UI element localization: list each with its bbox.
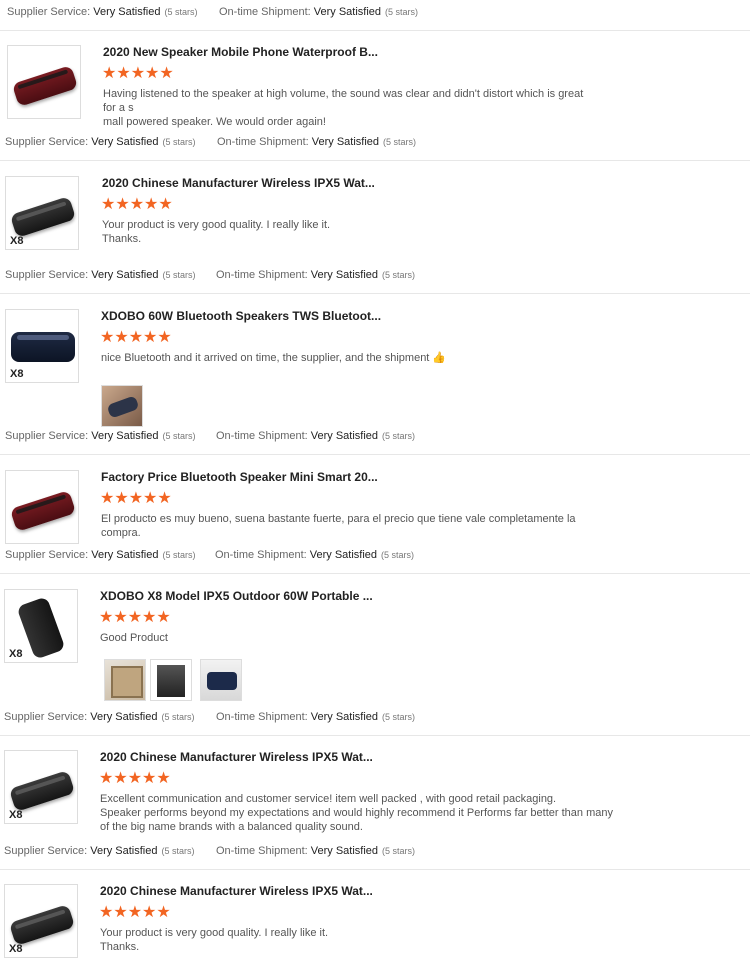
product-title[interactable]: Factory Price Bluetooth Speaker Mini Sma… bbox=[101, 470, 378, 484]
divider bbox=[0, 454, 750, 455]
divider bbox=[0, 293, 750, 294]
ontime-shipment: On-time Shipment: Very Satisfied (5 stars… bbox=[216, 269, 416, 281]
divider bbox=[0, 869, 750, 870]
model-badge: X8 bbox=[10, 235, 24, 247]
product-thumbnail[interactable]: X8 bbox=[4, 589, 78, 663]
supplier-service: Supplier Service: Very Satisfied (5 stars… bbox=[4, 845, 195, 857]
package-photo bbox=[105, 660, 145, 700]
review-text: El producto es muy bueno, suena bastante… bbox=[101, 513, 576, 539]
ontime-shipment: On-time Shipment: Very Satisfied (5 stars… bbox=[216, 845, 416, 857]
product-thumbnail[interactable] bbox=[7, 45, 81, 119]
rating-summary: Supplier Service: Very Satisfied (5 stars… bbox=[0, 707, 750, 727]
ontime-shipment: On-time Shipment: Very Satisfied (5 stars… bbox=[216, 711, 416, 723]
product-thumbnail[interactable]: X8 bbox=[5, 176, 79, 250]
speaker-image bbox=[8, 770, 76, 812]
rating-stars: ★★★★★ bbox=[102, 65, 174, 82]
product-thumbnail[interactable] bbox=[5, 470, 79, 544]
model-badge: X8 bbox=[9, 648, 23, 660]
rating-stars: ★★★★★ bbox=[100, 329, 172, 346]
ontime-shipment: On-time Shipment: Very Satisfied (5 stars… bbox=[216, 430, 416, 442]
review-text: nice Bluetooth and it arrived on time, t… bbox=[101, 352, 447, 364]
product-thumbnail[interactable]: X8 bbox=[4, 750, 78, 824]
review-text: Good Product bbox=[100, 632, 168, 644]
divider bbox=[0, 573, 750, 574]
supplier-service: Supplier Service: Very Satisfied (5 stars… bbox=[5, 549, 196, 561]
divider bbox=[0, 160, 750, 161]
rating-stars: ★★★★★ bbox=[99, 904, 171, 921]
rating-summary: Supplier Service: Very Satisfied (5 stars… bbox=[0, 265, 750, 285]
ontime-shipment: On-time Shipment: Very Satisfied (5 stars… bbox=[215, 549, 415, 561]
rating-stars: ★★★★★ bbox=[99, 770, 171, 787]
product-title[interactable]: 2020 Chinese Manufacturer Wireless IPX5 … bbox=[100, 884, 373, 898]
rating-summary: Supplier Service: Very Satisfied (5 stars… bbox=[0, 841, 750, 861]
rating-summary: Supplier Service: Very Satisfied (5 stars… bbox=[0, 132, 750, 152]
speaker-photo bbox=[201, 660, 241, 700]
product-title[interactable]: 2020 Chinese Manufacturer Wireless IPX5 … bbox=[100, 750, 373, 764]
product-thumbnail[interactable]: X8 bbox=[5, 309, 79, 383]
rating-stars: ★★★★★ bbox=[100, 490, 172, 507]
review-text: Your product is very good quality. I rea… bbox=[100, 927, 329, 953]
divider bbox=[0, 735, 750, 736]
ontime-shipment: On-time Shipment: Very Satisfied (5 stars… bbox=[217, 136, 417, 148]
model-badge: X8 bbox=[9, 809, 23, 821]
rating-stars: ★★★★★ bbox=[101, 196, 173, 213]
speaker-image bbox=[11, 65, 79, 107]
product-title[interactable]: XDOBO 60W Bluetooth Speakers TWS Bluetoo… bbox=[101, 309, 381, 323]
supplier-service: Supplier Service: Very Satisfied (5 stars… bbox=[5, 136, 196, 148]
review-text: Excellent communication and customer ser… bbox=[100, 793, 613, 833]
product-title[interactable]: 2020 New Speaker Mobile Phone Waterproof… bbox=[103, 45, 378, 59]
speaker-photo bbox=[102, 386, 142, 426]
supplier-service: Supplier Service: Very Satisfied (5 stars… bbox=[5, 430, 196, 442]
speaker-image bbox=[11, 332, 75, 362]
speaker-image bbox=[8, 904, 76, 946]
review-text: Your product is very good quality. I rea… bbox=[102, 219, 331, 245]
rating-stars: ★★★★★ bbox=[99, 609, 171, 626]
ontime-shipment: On-time Shipment: Very Satisfied (5 stars… bbox=[219, 6, 419, 18]
model-badge: X8 bbox=[9, 943, 23, 955]
supplier-service: Supplier Service: Very Satisfied (5 stars… bbox=[4, 711, 195, 723]
speaker-image bbox=[16, 596, 66, 660]
product-thumbnail[interactable]: X8 bbox=[4, 884, 78, 958]
review-photo[interactable] bbox=[104, 659, 146, 701]
product-title[interactable]: XDOBO X8 Model IPX5 Outdoor 60W Portable… bbox=[100, 589, 373, 603]
supplier-service: Supplier Service: Very Satisfied (5 stars… bbox=[5, 269, 196, 281]
supplier-service: Supplier Service: Very Satisfied (5 stars… bbox=[7, 6, 198, 18]
speaker-image bbox=[9, 490, 77, 532]
review-photo[interactable] bbox=[150, 659, 192, 701]
speaker-image bbox=[9, 196, 77, 238]
product-title[interactable]: 2020 Chinese Manufacturer Wireless IPX5 … bbox=[102, 176, 375, 190]
review-photo[interactable] bbox=[200, 659, 242, 701]
review-photo[interactable] bbox=[101, 385, 143, 427]
review-text: Having listened to the speaker at high v… bbox=[103, 88, 584, 128]
model-badge: X8 bbox=[10, 368, 24, 380]
rating-summary: Supplier Service: Very Satisfied (5 stars… bbox=[0, 426, 750, 446]
rating-summary: Supplier Service: Very Satisfied (5 stars… bbox=[0, 2, 750, 22]
divider bbox=[0, 30, 750, 31]
box-photo bbox=[151, 660, 191, 700]
rating-summary: Supplier Service: Very Satisfied (5 stars… bbox=[0, 545, 750, 565]
